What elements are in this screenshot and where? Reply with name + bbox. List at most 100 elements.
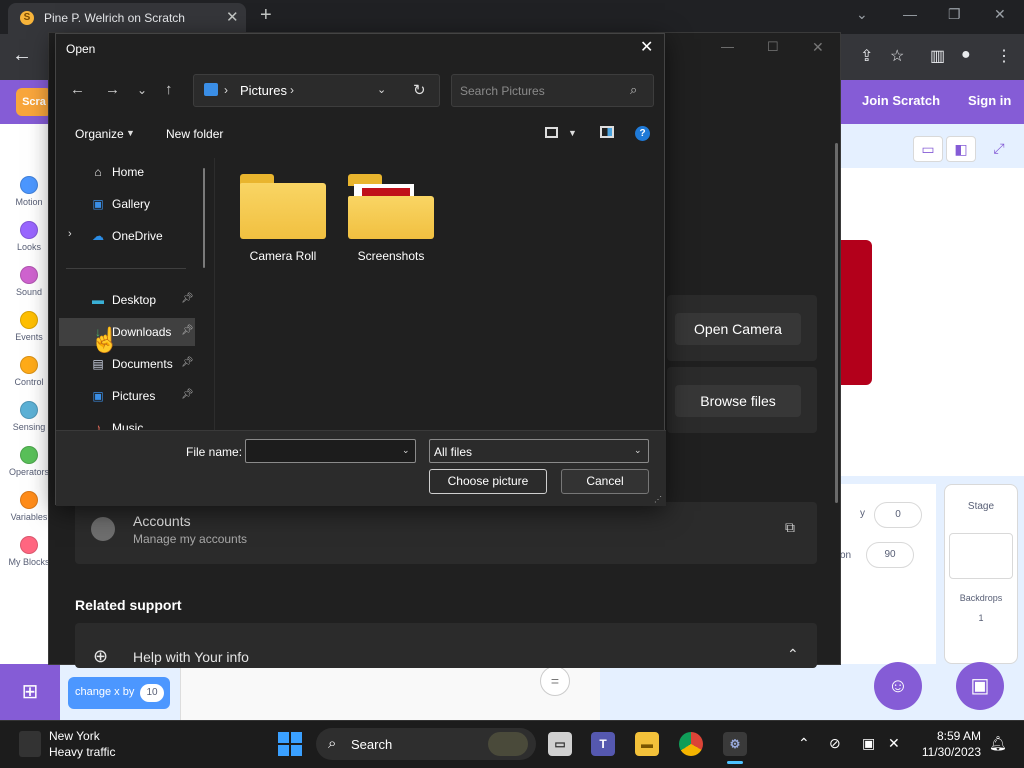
breadcrumb-pictures[interactable]: Pictures (240, 83, 287, 98)
organize-menu[interactable]: Organize (75, 127, 124, 141)
sprite-character[interactable] (840, 240, 872, 385)
chevron-down-icon[interactable]: ⌄ (402, 445, 410, 456)
new-tab-button[interactable]: + (260, 4, 272, 27)
zoom-reset-button[interactable]: = (540, 666, 570, 696)
menu-kebab-icon[interactable]: ⋮ (996, 46, 1012, 66)
file-name-combobox[interactable]: ⌄ (245, 439, 416, 463)
help-icon[interactable]: ? (635, 126, 650, 141)
speaker-muted-icon[interactable]: ✕ (888, 735, 900, 752)
nav-item-onedrive[interactable]: ☁ OneDrive (59, 222, 195, 250)
network-off-icon[interactable]: ⊘ (829, 735, 841, 752)
breadcrumb-chevron-icon[interactable]: › (290, 83, 294, 97)
address-bar[interactable]: › Pictures › ⌄ ↻ (193, 74, 440, 107)
pin-icon[interactable]: 📌︎ (181, 293, 194, 304)
sprite-direction-input[interactable]: 90 (866, 542, 914, 568)
small-stage-icon[interactable]: ▭ (913, 136, 943, 162)
settings-gear-icon[interactable]: ⚙ (723, 732, 747, 756)
nav-item-documents[interactable]: ▤ Documents 📌︎ (59, 350, 195, 378)
pane-separator[interactable] (214, 158, 215, 430)
view-mode-icon[interactable] (545, 127, 558, 138)
nav-scrollbar[interactable] (203, 168, 205, 268)
refresh-icon[interactable]: ↻ (413, 81, 426, 99)
up-arrow-icon[interactable]: ↑ (165, 81, 173, 98)
folder-camera-roll[interactable]: Camera Roll (228, 162, 338, 263)
weather-city[interactable]: New York (49, 729, 100, 743)
close-tab-icon[interactable]: ✕ (226, 8, 239, 26)
join-scratch-link[interactable]: Join Scratch (862, 93, 940, 108)
pin-icon[interactable]: 📌︎ (181, 357, 194, 368)
browser-tab[interactable]: S Pine P. Welrich on Scratch ✕ (8, 3, 246, 34)
file-name-input[interactable] (250, 443, 390, 459)
stage-selector-panel[interactable]: Stage Backdrops 1 (944, 484, 1018, 664)
file-explorer-icon[interactable]: ▬ (635, 732, 659, 756)
nav-item-downloads[interactable]: ↓ Downloads 📌︎ (59, 318, 195, 346)
address-dropdown-icon[interactable]: ⌄ (377, 83, 386, 96)
search-input[interactable] (460, 82, 620, 100)
nav-item-pictures[interactable]: ▣ Pictures 📌︎ (59, 382, 195, 410)
show-hidden-icons-chevron-icon[interactable]: ⌃ (798, 735, 810, 752)
normal-stage-icon[interactable]: ◧ (946, 136, 976, 162)
pin-icon[interactable]: 📌︎ (181, 325, 194, 336)
sign-in-link[interactable]: Sign in (968, 93, 1011, 108)
expand-chevron-icon[interactable]: › (68, 228, 72, 240)
back-arrow-icon[interactable]: ← (12, 44, 32, 67)
back-arrow-icon[interactable]: ← (70, 81, 85, 98)
pin-icon[interactable]: 📌︎ (181, 389, 194, 400)
code-area[interactable] (180, 664, 600, 720)
fullscreen-icon[interactable]: ⤢ (984, 136, 1014, 162)
settings-scrollbar[interactable] (835, 143, 838, 503)
change-x-block[interactable]: change x by 10 (68, 677, 170, 709)
open-camera-button[interactable]: Open Camera (675, 313, 801, 345)
browser-minimize-icon[interactable]: — (903, 6, 917, 22)
browser-restore-icon[interactable]: ❐ (948, 6, 961, 23)
choose-picture-button[interactable]: Choose picture (429, 469, 547, 494)
resize-grip-icon[interactable]: ⋰ (654, 495, 662, 504)
browser-close-icon[interactable]: ✕ (994, 6, 1006, 23)
tab-search-chevron-icon[interactable]: ⌄ (856, 6, 868, 23)
taskbar-search[interactable]: ⌕ Search (316, 728, 536, 760)
nav-item-home[interactable]: ⌂ Home (59, 158, 195, 186)
nav-item-desktop[interactable]: ▬ Desktop 📌︎ (59, 286, 195, 314)
block-value[interactable]: 10 (140, 684, 164, 702)
windows-start-icon[interactable] (278, 732, 302, 756)
folder-screenshots[interactable]: Screenshots (336, 162, 446, 263)
share-icon[interactable]: ⇪ (860, 46, 873, 66)
external-link-icon[interactable]: ⧉ (785, 519, 795, 536)
nav-item-gallery[interactable]: ▣ Gallery (59, 190, 195, 218)
choose-backdrop-icon[interactable]: ▣ (956, 662, 1004, 710)
view-dropdown-icon[interactable]: ▼ (568, 128, 577, 138)
dialog-close-icon[interactable]: ✕ (640, 37, 653, 57)
recent-locations-chevron-icon[interactable]: ⌄ (137, 83, 147, 97)
weather-status[interactable]: Heavy traffic (49, 745, 115, 759)
scratch-logo[interactable]: Scra (16, 88, 52, 116)
file-type-select[interactable]: All files ⌄ (429, 439, 649, 463)
organize-dropdown-icon[interactable]: ▼ (126, 128, 135, 138)
new-folder-button[interactable]: New folder (166, 127, 223, 141)
side-panel-icon[interactable]: ▥ (930, 46, 945, 66)
nav-item-music[interactable]: ♪ Music (59, 414, 195, 430)
settings-minimize-icon[interactable]: — (721, 39, 734, 54)
preview-pane-icon[interactable] (600, 126, 614, 138)
search-box[interactable]: ⌕ (451, 74, 654, 107)
chevron-down-icon[interactable]: ⌄ (634, 445, 642, 456)
chrome-icon[interactable] (679, 732, 703, 756)
cancel-button[interactable]: Cancel (561, 469, 649, 494)
stage-thumbnail[interactable] (949, 533, 1013, 579)
display-icon[interactable]: ▣ (862, 735, 875, 752)
forward-arrow-icon[interactable]: → (105, 81, 120, 98)
add-extension-icon[interactable]: ⊞ (0, 664, 60, 720)
choose-sprite-cat-icon[interactable]: ☺ (874, 662, 922, 710)
profile-icon[interactable]: ● (961, 46, 971, 64)
task-view-icon[interactable]: ▭ (548, 732, 572, 756)
traffic-light-icon[interactable] (19, 731, 41, 757)
breadcrumb-chevron-icon[interactable]: › (224, 83, 228, 97)
teams-icon[interactable]: T (591, 732, 615, 756)
chevron-up-icon[interactable]: ⌃ (787, 646, 799, 663)
clock-time[interactable]: 8:59 AM (935, 729, 981, 743)
browse-files-button[interactable]: Browse files (675, 385, 801, 417)
bookmark-star-icon[interactable]: ☆ (890, 46, 904, 66)
settings-maximize-icon[interactable]: ☐ (767, 39, 779, 55)
clock-date[interactable]: 11/30/2023 (918, 745, 981, 759)
notification-bell-icon[interactable]: 🔔︎ (989, 735, 1007, 752)
sprite-y-input[interactable]: 0 (874, 502, 922, 528)
